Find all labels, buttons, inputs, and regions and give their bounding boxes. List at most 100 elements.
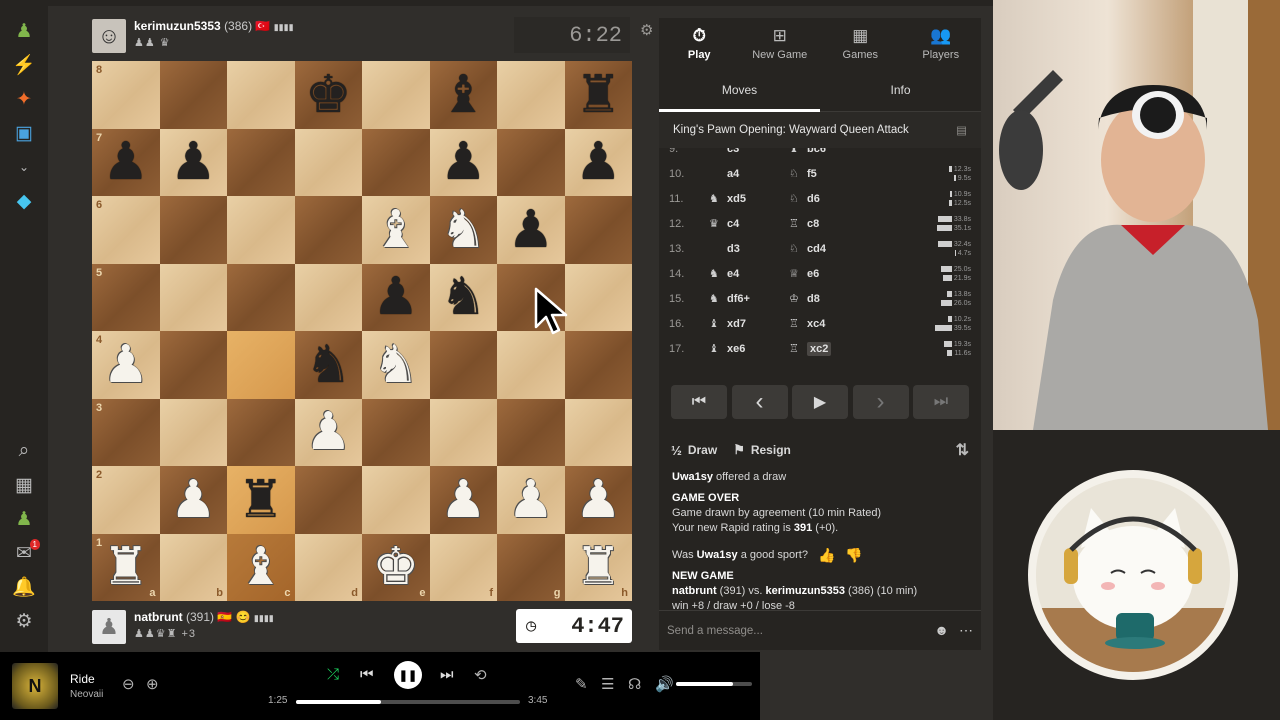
board-settings-icon[interactable]: ⚙: [640, 21, 653, 39]
square-f7[interactable]: ♟: [429, 128, 497, 196]
thumbs-down-icon[interactable]: 👎: [845, 548, 862, 563]
next-track-icon[interactable]: ⏭: [440, 666, 454, 683]
volume-slider[interactable]: [676, 682, 752, 686]
black-bishop[interactable]: ♝: [440, 69, 487, 121]
square-e5[interactable]: ♟: [362, 263, 430, 331]
learn-icon[interactable]: ✦: [0, 82, 48, 116]
next-move-button[interactable]: ›: [852, 385, 909, 419]
remove-icon[interactable]: ⊖: [122, 675, 135, 693]
black-move[interactable]: ♖ xc2: [789, 341, 869, 356]
square-b3[interactable]: [159, 398, 227, 466]
white-knight[interactable]: ♞: [372, 339, 419, 391]
white-move[interactable]: ♛ c4: [709, 217, 789, 231]
white-pawn[interactable]: ♟: [170, 474, 217, 526]
black-move[interactable]: ♔ d8: [789, 292, 869, 306]
square-c8[interactable]: [227, 61, 295, 129]
progress-bar[interactable]: [296, 700, 520, 704]
white-move[interactable]: ♞ df6+: [709, 292, 789, 306]
square-c6[interactable]: [227, 196, 295, 264]
white-move[interactable]: c3: [709, 148, 789, 155]
square-a2[interactable]: 2: [92, 466, 160, 534]
top-player-avatar[interactable]: ☺: [92, 19, 126, 53]
black-knight[interactable]: ♞: [305, 339, 352, 391]
white-move[interactable]: ♞ xd5: [709, 192, 789, 206]
flip-board-icon[interactable]: ⇅: [956, 440, 969, 460]
white-bishop[interactable]: ♝: [237, 541, 284, 593]
repeat-icon[interactable]: ⟲: [474, 666, 487, 684]
album-art[interactable]: N: [12, 663, 58, 709]
pause-button[interactable]: ❚❚: [394, 661, 422, 689]
square-e4[interactable]: ♞: [362, 331, 430, 399]
square-b1[interactable]: b: [159, 533, 227, 601]
white-pawn[interactable]: ♟: [440, 474, 487, 526]
track-name[interactable]: Ride: [70, 672, 118, 686]
draw-button[interactable]: ½ Draw: [671, 443, 717, 458]
black-move[interactable]: ♘ cd4: [789, 242, 869, 256]
square-c2[interactable]: ♜: [227, 466, 295, 534]
square-c1[interactable]: c ♝: [227, 533, 295, 601]
bottom-player-avatar[interactable]: ♟: [92, 610, 126, 644]
pen-icon[interactable]: ✎: [575, 675, 588, 693]
white-pawn[interactable]: ♟: [507, 474, 554, 526]
black-rook[interactable]: ♜: [237, 474, 284, 526]
connect-device-icon[interactable]: ☊: [628, 675, 641, 693]
black-move[interactable]: ♕ e6: [789, 267, 869, 281]
square-e2[interactable]: [362, 466, 430, 534]
square-a3[interactable]: 3: [92, 398, 160, 466]
white-move[interactable]: ♞ e4: [709, 267, 789, 281]
square-h7[interactable]: ♟: [564, 128, 632, 196]
black-move[interactable]: ♖ c8: [789, 217, 869, 231]
track-artist[interactable]: Neovaii: [70, 689, 118, 700]
black-pawn[interactable]: ♟: [170, 136, 217, 188]
black-rook[interactable]: ♜: [575, 69, 622, 121]
previous-track-icon[interactable]: ⏮: [360, 666, 374, 683]
bottom-player-name[interactable]: natbrunt: [134, 610, 183, 624]
square-g1[interactable]: g: [497, 533, 565, 601]
white-rook[interactable]: ♜: [575, 541, 622, 593]
square-e3[interactable]: [362, 398, 430, 466]
thumbs-up-icon[interactable]: 👍: [818, 548, 835, 563]
square-b6[interactable]: [159, 196, 227, 264]
black-move[interactable]: ♝ bc6: [789, 148, 869, 155]
more-chevron-icon[interactable]: ⌄: [0, 150, 48, 184]
profile-icon[interactable]: ▦: [0, 468, 48, 502]
square-h6[interactable]: [564, 196, 632, 264]
search-icon[interactable]: ⌕: [0, 434, 48, 468]
black-pawn[interactable]: ♟: [372, 271, 419, 323]
white-rook[interactable]: ♜: [102, 541, 149, 593]
new-game-white[interactable]: natbrunt: [672, 585, 717, 597]
square-h3[interactable]: [564, 398, 632, 466]
white-move[interactable]: d3: [709, 243, 789, 255]
black-pawn[interactable]: ♟: [440, 136, 487, 188]
square-c5[interactable]: [227, 263, 295, 331]
shuffle-icon[interactable]: ⤮: [327, 666, 339, 683]
previous-move-button[interactable]: ‹: [731, 385, 788, 419]
white-move[interactable]: ♝ xd7: [709, 317, 789, 331]
emoji-icon[interactable]: ☻: [934, 622, 949, 639]
square-e7[interactable]: [362, 128, 430, 196]
square-h2[interactable]: ♟: [564, 466, 632, 534]
square-b2[interactable]: ♟: [159, 466, 227, 534]
move-list[interactable]: 9.c3♝bc65.8s10.a4♘f512.3s9.5s11.♞xd5♘d61…: [659, 148, 981, 368]
square-f5[interactable]: ♞: [429, 263, 497, 331]
white-knight[interactable]: ♞: [440, 204, 487, 256]
black-move[interactable]: ♖ xc4: [789, 317, 869, 331]
bell-icon[interactable]: 🔔: [0, 570, 48, 604]
opening-name[interactable]: King's Pawn Opening: Wayward Queen Attac…: [673, 124, 909, 136]
square-b7[interactable]: ♟: [159, 128, 227, 196]
more-icon[interactable]: ⋯: [959, 622, 973, 639]
square-f6[interactable]: ♞: [429, 196, 497, 264]
white-move[interactable]: ♝ xe6: [709, 342, 789, 356]
tab-new-game[interactable]: ⊞ New Game: [740, 18, 821, 68]
square-g8[interactable]: [497, 61, 565, 129]
black-pawn[interactable]: ♟: [507, 204, 554, 256]
square-a4[interactable]: 4 ♟: [92, 331, 160, 399]
square-h4[interactable]: [564, 331, 632, 399]
black-pawn[interactable]: ♟: [575, 136, 622, 188]
square-c4[interactable]: [227, 331, 295, 399]
square-f8[interactable]: ♝: [429, 61, 497, 129]
book-icon[interactable]: ▤: [956, 123, 967, 137]
square-c3[interactable]: [227, 398, 295, 466]
square-g2[interactable]: ♟: [497, 466, 565, 534]
square-b8[interactable]: [159, 61, 227, 129]
